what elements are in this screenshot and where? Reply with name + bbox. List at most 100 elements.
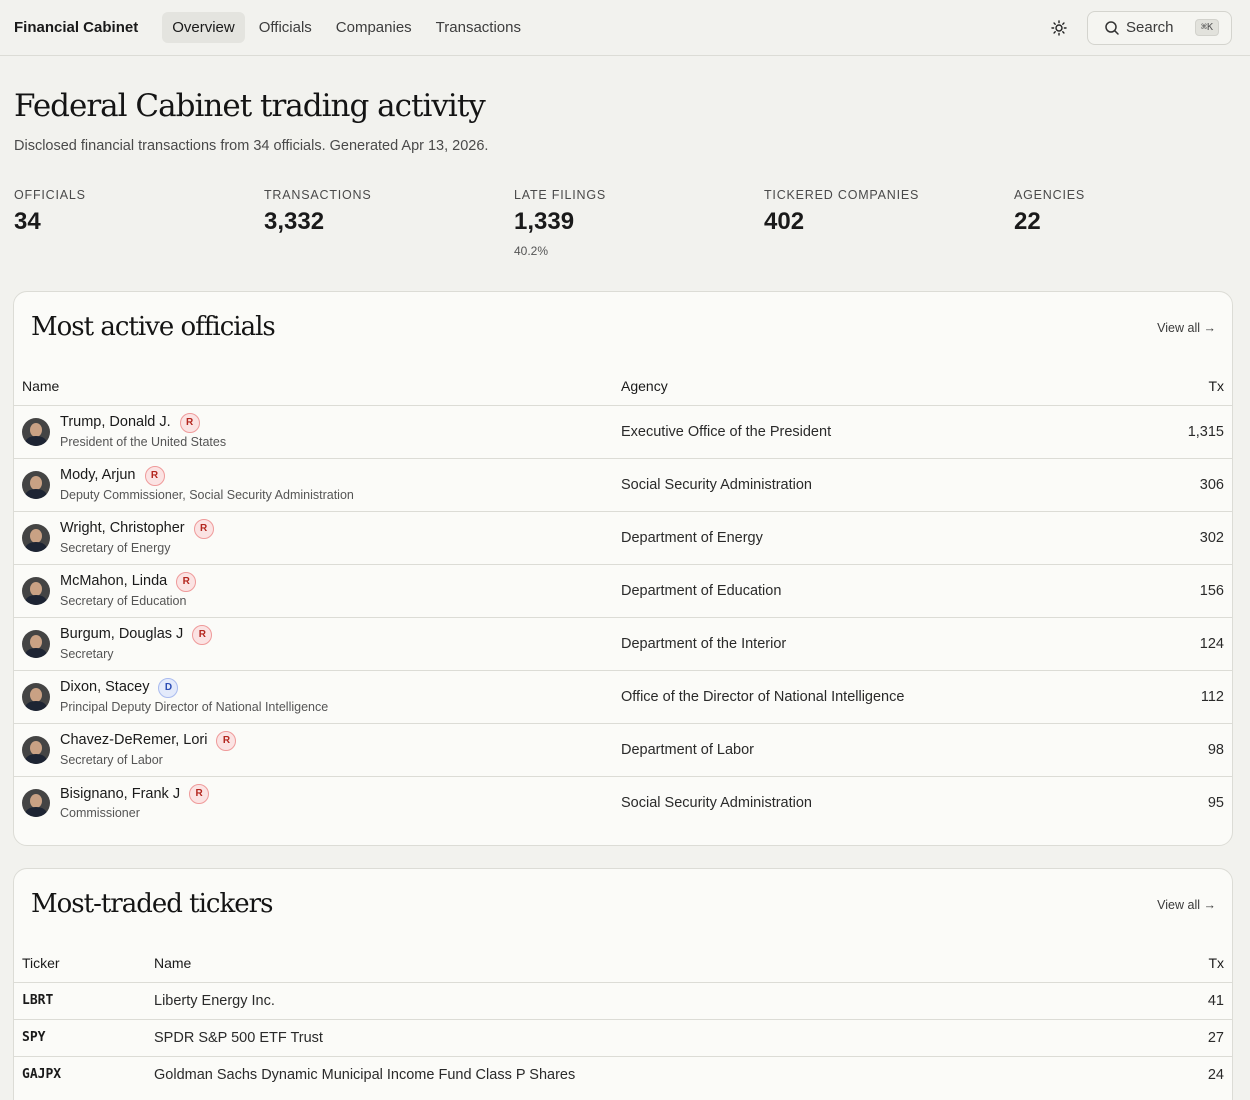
tx-count: 112	[1139, 670, 1232, 724]
brand-logo[interactable]: Financial Cabinet	[14, 19, 138, 36]
tx-count: 306	[1139, 458, 1232, 512]
column-tx[interactable]: Tx	[1157, 944, 1232, 983]
stats-row: OFFICIALS 34 TRANSACTIONS 3,332 LATE FIL…	[14, 188, 1250, 268]
search-shortcut: ⌘K	[1194, 19, 1219, 36]
official-cell: McMahon, Linda R Secretary of Education	[14, 564, 613, 618]
party-badge: R	[144, 466, 165, 486]
officials-card: Most active officials View all → Name Ag…	[13, 291, 1233, 846]
company-name: Goldman Sachs Dynamic Municipal Income F…	[154, 1066, 576, 1083]
nav-transactions[interactable]: Transactions	[426, 12, 531, 43]
column-tx[interactable]: Tx	[1139, 367, 1232, 406]
view-all-officials-link[interactable]: View all →	[1157, 321, 1216, 335]
stat-late-filings: LATE FILINGS 1,339 40.2%	[514, 188, 606, 258]
card-title: Most active officials	[31, 312, 276, 342]
official-cell: Chavez-DeRemer, Lori R Secretary of Labor	[14, 723, 613, 777]
official-cell: Dixon, Stacey D Principal Deputy Director …	[14, 670, 613, 724]
tx-count: 124	[1139, 617, 1232, 671]
official-name-link[interactable]: Trump, Donald J.	[60, 414, 171, 431]
official-name-link[interactable]: Bisignano, Frank J	[60, 786, 180, 803]
search-button[interactable]: Search ⌘K	[1087, 10, 1232, 45]
theme-toggle-button[interactable]	[1045, 14, 1073, 42]
sun-icon	[1051, 19, 1067, 36]
officials-table: Name Agency Tx Trump, Donald J. R Presiden…	[14, 367, 1232, 829]
official-cell: Trump, Donald J. R President of the United…	[14, 405, 613, 459]
official-cell: Wright, Christopher R Secretary of Energy	[14, 511, 613, 565]
table-row[interactable]: Mody, Arjun R Deputy Commissioner, Social …	[14, 458, 1232, 512]
ticker-symbol-link[interactable]: LBRT	[14, 982, 146, 1020]
table-header-row: Ticker Name Tx	[14, 944, 1232, 983]
column-name[interactable]: Name	[146, 944, 1158, 983]
party-badge: R	[216, 731, 237, 751]
nav-officials[interactable]: Officials	[249, 12, 322, 43]
tx-count: 24	[1207, 1066, 1224, 1083]
column-ticker[interactable]: Ticker	[14, 944, 146, 983]
official-title: Principal Deputy Director of National In…	[60, 700, 329, 714]
stat-tickered-companies: TICKERED COMPANIES 402	[764, 188, 919, 236]
official-title: Secretary	[60, 647, 114, 661]
tx-count: 41	[1157, 982, 1232, 1020]
stat-label: AGENCIES	[1014, 188, 1085, 202]
stat-value: 3,332	[264, 208, 325, 235]
tx-count: 1,315	[1139, 405, 1232, 459]
company-name: Liberty Energy Inc.	[146, 982, 1158, 1020]
page-title: Federal Cabinet trading activity	[14, 88, 486, 124]
table-row[interactable]: Bisignano, Frank J R Commissioner Social Se…	[14, 776, 1232, 829]
stat-value: 34	[14, 208, 41, 235]
ticker-symbol-link[interactable]: GAJPX	[14, 1056, 146, 1093]
search-label: Search	[1126, 19, 1174, 36]
table-row[interactable]: Wright, Christopher R Secretary of Energy D…	[14, 511, 1232, 565]
official-name-link[interactable]: Dixon, Stacey	[60, 679, 149, 696]
official-name-link[interactable]: Mody, Arjun	[60, 467, 136, 484]
official-name-link[interactable]: Burgum, Douglas J	[60, 626, 183, 643]
stat-officials: OFFICIALS 34	[14, 188, 86, 236]
column-agency[interactable]: Agency	[613, 367, 1140, 406]
table-row[interactable]: GAJPX Goldman Sachs Dynamic Municipal Inc…	[14, 1056, 1232, 1093]
official-title: Secretary of Labor	[60, 753, 163, 767]
table-row[interactable]: McMahon, Linda R Secretary of Education Dep…	[14, 564, 1232, 618]
table-row[interactable]: Burgum, Douglas J R Secretary Department of…	[14, 617, 1232, 671]
tx-count: 95	[1207, 794, 1224, 811]
official-title: President of the United States	[60, 435, 227, 449]
official-name-link[interactable]: Wright, Christopher	[60, 520, 185, 537]
table-row[interactable]: Chavez-DeRemer, Lori R Secretary of Labor D…	[14, 723, 1232, 777]
card-title: Most-traded tickers	[31, 889, 273, 919]
nav-overview[interactable]: Overview	[162, 12, 245, 43]
avatar	[22, 576, 50, 605]
agency-cell: Department of Energy	[613, 511, 1140, 565]
ticker-symbol-link[interactable]: SPY	[14, 1019, 146, 1057]
avatar	[22, 417, 50, 446]
stat-value: 402	[764, 208, 805, 235]
party-badge: R	[189, 784, 210, 805]
table-row[interactable]: LBRT Liberty Energy Inc. 41	[14, 982, 1232, 1020]
official-title: Secretary of Energy	[60, 541, 171, 555]
agency-cell: Social Security Administration	[613, 458, 1140, 512]
agency-cell: Executive Office of the President	[613, 405, 1140, 459]
party-badge: R	[179, 413, 200, 433]
official-title: Deputy Commissioner, Social Security Adm…	[60, 488, 354, 502]
page-subtitle: Disclosed financial transactions from 34…	[14, 138, 489, 154]
top-nav: Financial Cabinet Overview Officials Com…	[0, 0, 1250, 56]
company-name: SPDR S&P 500 ETF Trust	[146, 1019, 1158, 1057]
agency-cell: Department of the Interior	[613, 617, 1140, 671]
party-badge: R	[193, 519, 214, 539]
nav-companies[interactable]: Companies	[326, 12, 422, 43]
agency-cell: Department of Labor	[613, 723, 1140, 777]
view-all-tickers-link[interactable]: View all →	[1157, 898, 1216, 912]
tickers-card: Most-traded tickers View all → Ticker Na…	[13, 868, 1233, 1100]
official-name-link[interactable]: McMahon, Linda	[60, 573, 167, 590]
official-cell: Mody, Arjun R Deputy Commissioner, Social …	[14, 458, 613, 512]
official-name-link[interactable]: Chavez-DeRemer, Lori	[60, 732, 207, 749]
stat-label: OFFICIALS	[14, 188, 86, 202]
official-cell: Burgum, Douglas J R Secretary	[14, 617, 613, 671]
table-row[interactable]: Trump, Donald J. R President of the United…	[14, 405, 1232, 459]
avatar	[22, 629, 50, 658]
avatar	[22, 682, 50, 711]
party-badge: D	[158, 678, 179, 698]
table-row[interactable]: Dixon, Stacey D Principal Deputy Director …	[14, 670, 1232, 724]
avatar	[22, 788, 50, 817]
table-row[interactable]: SPY SPDR S&P 500 ETF Trust 27	[14, 1019, 1232, 1057]
column-name[interactable]: Name	[14, 367, 613, 406]
tx-count: 156	[1139, 564, 1232, 618]
tx-count: 98	[1139, 723, 1232, 777]
stat-agencies: AGENCIES 22	[1014, 188, 1085, 236]
